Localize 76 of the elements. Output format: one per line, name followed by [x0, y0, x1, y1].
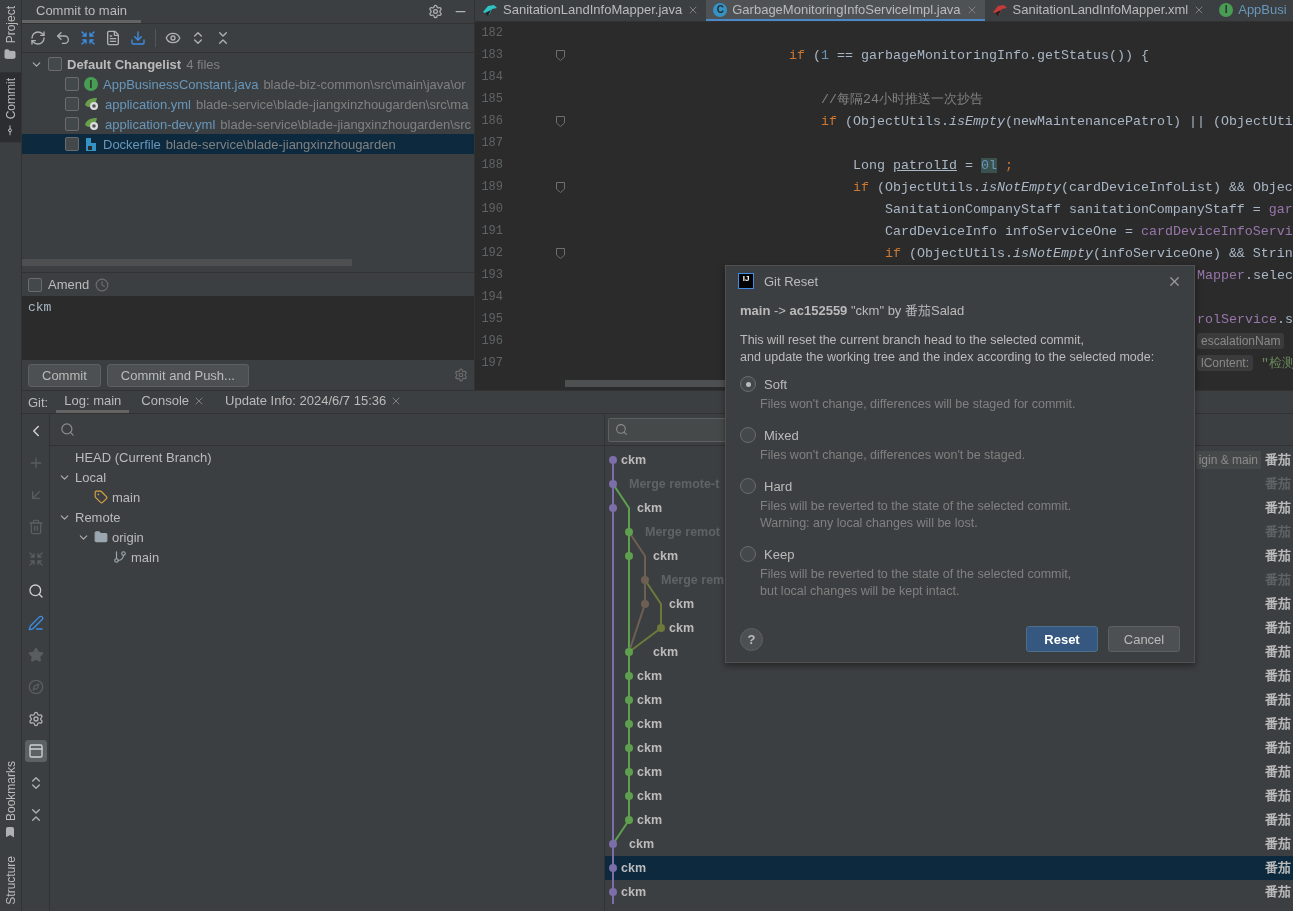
commit-message: ckm: [637, 693, 663, 707]
commit-message: ckm: [621, 453, 647, 467]
dialog-title: Git Reset: [764, 273, 820, 289]
commit-message: ckm: [629, 837, 655, 851]
reset-target: main -> ac152559 "ckm" by 番茄Salad: [740, 302, 966, 320]
code-line: rolService.s: [1197, 311, 1293, 327]
commit-message: ckm: [637, 741, 663, 755]
line-number: 187: [480, 136, 503, 150]
line-number: 184: [480, 70, 503, 84]
commit-message: ckm: [669, 621, 695, 635]
line-number: 183: [480, 48, 503, 62]
commit-message: ckm: [669, 597, 695, 611]
code-line: if (ObjectUtils.isEmpty(newMaintenancePatrol) || (ObjectUti: [819, 113, 1293, 129]
commit-author: 番茄: [1265, 811, 1292, 829]
line-number: 197: [480, 356, 503, 370]
commit-author: 番茄: [1265, 595, 1292, 613]
mode-description: Files will be reverted to the state of the selected commit, but local changes will be kept intact.: [760, 566, 1073, 600]
commit-message: ckm: [621, 861, 647, 875]
line-number: 195: [480, 312, 503, 326]
commit-message: ckm: [637, 717, 663, 731]
code-line: Mapper.selec: [1197, 267, 1293, 283]
line-number: 182: [480, 26, 503, 40]
mode-description: Files won't change, differences will be staged for commit.: [760, 396, 1077, 413]
file-count: 4 files: [186, 56, 221, 72]
file-name: application.yml: [105, 96, 191, 112]
commit-author: 番茄: [1265, 691, 1292, 709]
line-number: 185: [480, 92, 503, 106]
interface-icon: I: [84, 77, 98, 91]
commit-message: ckm: [637, 765, 663, 779]
commit-author: 番茄: [1265, 643, 1292, 661]
commit-author: 番茄: [1265, 859, 1292, 877]
line-number: 189: [480, 180, 503, 194]
file-path: blade-biz-common\src\main\java\or: [263, 76, 466, 92]
line-number: 186: [480, 114, 503, 128]
commit-message: ckm: [653, 645, 679, 659]
line-number: 192: [480, 246, 503, 260]
changelist-name: Default Changelist: [67, 56, 182, 72]
code-line: Long patrolId = 0l ;: [851, 157, 1013, 173]
dialog-description: This will reset the current branch head to the selected commit, and update the working tree and the index according to the selected mode:: [740, 332, 1156, 366]
commit-author: 番茄: [1265, 619, 1292, 637]
line-number: 190: [480, 202, 503, 216]
line-number: 188: [480, 158, 503, 172]
branch-label: igin & main: [1195, 451, 1261, 469]
commit-author: 番茄: [1265, 787, 1292, 805]
line-number: 196: [480, 334, 503, 348]
file-name: application-dev.yml: [105, 116, 216, 132]
line-number: 194: [480, 290, 503, 304]
file-path: blade-service\blade-jiangxinzhougarden\src: [220, 116, 472, 132]
commit-author: 番茄: [1265, 715, 1292, 733]
commit-message: ckm: [637, 813, 663, 827]
commit-message: ckm: [637, 789, 663, 803]
code-line: CardDeviceInfo infoServiceOne = cardDeviceInfoServi: [883, 223, 1293, 239]
commit-author: 番茄: [1265, 883, 1292, 901]
file-path: blade-service\blade-jiangxinzhougarden: [165, 136, 396, 152]
commit-author: 番茄: [1265, 739, 1292, 757]
class-icon: C: [713, 2, 728, 17]
line-number: 193: [480, 268, 503, 282]
commit-author: 番茄: [1265, 667, 1292, 685]
code-line: if (1 == garbageMonitoringInfo.getStatus()) {: [787, 47, 1149, 63]
interface-icon: I: [1219, 2, 1234, 17]
code-line: SanitationCompanyStaff sanitationCompanyStaff = gar: [883, 201, 1293, 217]
app-logo: IJ: [738, 273, 754, 289]
file-name: Dockerfile: [103, 136, 161, 152]
mode-description: Files won't change, differences won't be staged.: [760, 447, 1027, 464]
commit-author: 番茄: [1265, 835, 1292, 853]
code-line: if (ObjectUtils.isNotEmpty(cardDeviceInfoList) && Objec: [851, 179, 1293, 195]
mode-description: Files will be reverted to the state of the selected commit. Warning: any local changes will be lost.: [760, 498, 1073, 532]
code-line: if (ObjectUtils.isNotEmpty(infoServiceOne) && Strin: [883, 245, 1293, 261]
line-number: 191: [480, 224, 503, 238]
file-name: AppBusinessConstant.java: [103, 76, 259, 92]
commit-author: 番茄: [1265, 451, 1292, 469]
panel-label: Git:: [28, 393, 50, 412]
commit-author: 番茄: [1265, 763, 1292, 781]
commit-message: ckm: [621, 885, 647, 899]
file-path: blade-service\blade-jiangxinzhougarden\src\ma: [196, 96, 469, 112]
commit-message: ckm: [637, 669, 663, 683]
